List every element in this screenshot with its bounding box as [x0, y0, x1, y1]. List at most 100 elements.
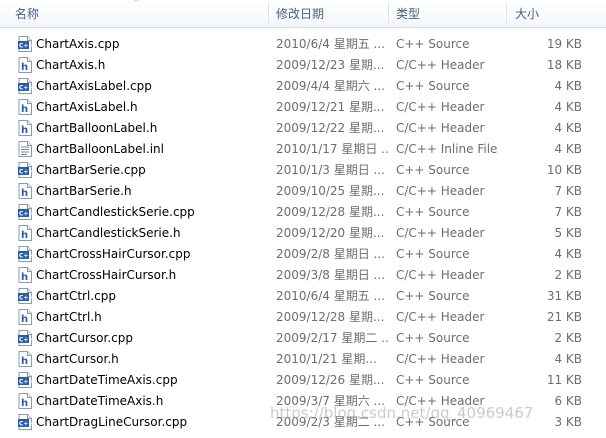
file-size: 3 KB [554, 415, 582, 429]
column-header-bar: ˄ 名称 修改日期 类型 大小 [0, 0, 606, 28]
svg-text:h: h [21, 230, 28, 241]
file-modified-date: 2009/2/8 星期日 ... [276, 247, 385, 261]
file-row[interactable]: C++ ChartCtrl.cpp 2010/6/4 星期五 ... C++ Sour… [0, 286, 606, 307]
file-type: C/C++ Header [396, 100, 485, 114]
file-size: 4 KB [554, 121, 582, 135]
file-row[interactable]: C++ ChartDragLineCursor.cpp 2009/2/3 星期二 .… [0, 412, 606, 433]
file-row[interactable]: h ChartBalloonLabel.h 2009/12/22 星期... C/C+… [0, 118, 606, 139]
file-row[interactable]: C++ ChartDateTimeAxis.cpp 2009/12/26 星期...… [0, 370, 606, 391]
file-name: ChartAxisLabel.h [36, 100, 138, 114]
file-size: 7 KB [554, 205, 582, 219]
file-explorer-window: ˄ 名称 修改日期 类型 大小 C++ ChartAxis.cpp 2010/6/4… [0, 0, 606, 438]
file-size: 18 KB [546, 58, 582, 72]
file-row[interactable]: C++ ChartAxis.cpp 2010/6/4 星期五 ... C++ Sour… [0, 34, 606, 55]
column-header-type[interactable]: 类型 [396, 0, 420, 27]
file-size: 19 KB [546, 37, 582, 51]
file-modified-date: 2010/1/17 星期日 ... [276, 142, 388, 156]
file-size: 4 KB [554, 100, 582, 114]
file-name: ChartAxis.cpp [36, 37, 120, 51]
file-row[interactable]: C++ ChartCursor.cpp 2009/2/17 星期二 ... C++ S… [0, 328, 606, 349]
file-row[interactable]: h ChartBarSerie.h 2009/10/25 星期... C/C++ He… [0, 181, 606, 202]
svg-text:C++: C++ [19, 421, 32, 428]
file-row[interactable]: h ChartAxis.h 2009/12/23 星期... C/C++ Header… [0, 55, 606, 76]
cpp-source-icon: C++ [18, 288, 33, 304]
column-divider[interactable] [506, 2, 507, 25]
column-header-name[interactable]: 名称 [15, 0, 39, 27]
file-type: C++ Source [396, 205, 470, 219]
file-name: ChartDateTimeAxis.cpp [36, 373, 178, 387]
file-type: C++ Source [396, 373, 470, 387]
file-modified-date: 2009/2/3 星期二 ... [276, 415, 385, 429]
cpp-source-icon: C++ [18, 414, 33, 430]
file-row[interactable]: C++ ChartAxisLabel.cpp 2009/4/4 星期六 ... C++… [0, 76, 606, 97]
file-modified-date: 2009/12/23 星期... [276, 58, 385, 72]
file-modified-date: 2009/10/25 星期... [276, 184, 385, 198]
cpp-source-icon: C++ [18, 372, 33, 388]
file-modified-date: 2009/3/7 星期六 ... [276, 394, 385, 408]
file-modified-date: 2010/6/4 星期五 ... [276, 37, 385, 51]
svg-text:h: h [21, 104, 28, 115]
file-type: C++ Source [396, 247, 470, 261]
file-row[interactable]: h ChartCandlestickSerie.h 2009/12/20 星期...… [0, 223, 606, 244]
file-type: C++ Source [396, 163, 470, 177]
header-file-icon: h [18, 183, 32, 199]
file-row[interactable]: C++ ChartBarSerie.cpp 2010/1/3 星期日 ... C++ … [0, 160, 606, 181]
file-name: ChartBalloonLabel.inl [36, 142, 164, 156]
cpp-source-icon: C++ [18, 246, 33, 262]
header-file-icon: h [18, 225, 32, 241]
file-modified-date: 2009/12/28 星期... [276, 310, 385, 324]
header-file-icon: h [18, 57, 32, 73]
header-file-icon: h [18, 309, 32, 325]
svg-text:h: h [21, 398, 28, 409]
inline-file-icon [18, 141, 32, 157]
file-modified-date: 2010/6/4 星期五 ... [276, 289, 385, 303]
svg-text:C++: C++ [19, 295, 32, 302]
svg-text:h: h [21, 188, 28, 199]
file-type: C/C++ Header [396, 121, 485, 135]
column-header-date[interactable]: 修改日期 [276, 0, 324, 27]
file-row[interactable]: C++ ChartCrossHairCursor.cpp 2009/2/8 星期日 … [0, 244, 606, 265]
file-type: C/C++ Header [396, 352, 485, 366]
file-size: 4 KB [554, 142, 582, 156]
file-row[interactable]: h ChartDateTimeAxis.h 2009/3/7 星期六 ... C/C+… [0, 391, 606, 412]
svg-text:h: h [21, 125, 28, 136]
file-row[interactable]: h ChartCrossHairCursor.h 2009/3/8 星期日 ... C… [0, 265, 606, 286]
file-row[interactable]: h ChartCursor.h 2010/1/21 星期... C/C++ Heade… [0, 349, 606, 370]
sort-ascending-icon: ˄ [134, 0, 139, 9]
file-type: C++ Source [396, 289, 470, 303]
file-list: C++ ChartAxis.cpp 2010/6/4 星期五 ... C++ Sour… [0, 34, 606, 433]
svg-text:C++: C++ [19, 337, 32, 344]
file-row[interactable]: C++ ChartCandlestickSerie.cpp 2009/12/28 星… [0, 202, 606, 223]
file-name: ChartAxis.h [36, 58, 106, 72]
column-header-size[interactable]: 大小 [515, 0, 539, 27]
file-modified-date: 2009/3/8 星期日 ... [276, 268, 385, 282]
header-file-icon: h [18, 351, 32, 367]
file-type: C/C++ Header [396, 268, 485, 282]
file-row[interactable]: ChartBalloonLabel.inl 2010/1/17 星期日 ... C/… [0, 139, 606, 160]
file-name: ChartCrossHairCursor.cpp [36, 247, 191, 261]
file-size: 7 KB [554, 184, 582, 198]
file-size: 6 KB [554, 394, 582, 408]
file-size: 2 KB [554, 268, 582, 282]
file-modified-date: 2009/12/28 星期... [276, 205, 385, 219]
file-row[interactable]: h ChartCtrl.h 2009/12/28 星期... C/C++ Header… [0, 307, 606, 328]
file-modified-date: 2010/1/3 星期日 ... [276, 163, 385, 177]
file-type: C/C++ Header [396, 394, 485, 408]
file-name: ChartCandlestickSerie.h [36, 226, 181, 240]
file-name: ChartBarSerie.h [36, 184, 132, 198]
column-divider[interactable] [268, 2, 269, 25]
file-type: C/C++ Header [396, 184, 485, 198]
file-name: ChartBalloonLabel.h [36, 121, 158, 135]
header-file-icon: h [18, 99, 32, 115]
file-type: C/C++ Header [396, 310, 485, 324]
header-file-icon: h [18, 120, 32, 136]
cpp-source-icon: C++ [18, 204, 33, 220]
column-divider[interactable] [388, 2, 389, 25]
svg-text:C++: C++ [19, 169, 32, 176]
cpp-source-icon: C++ [18, 162, 33, 178]
cpp-source-icon: C++ [18, 36, 33, 52]
file-modified-date: 2009/12/20 星期... [276, 226, 385, 240]
file-row[interactable]: h ChartAxisLabel.h 2009/12/21 星期... C/C++ H… [0, 97, 606, 118]
file-type: C++ Source [396, 331, 470, 345]
file-size: 31 KB [546, 289, 582, 303]
